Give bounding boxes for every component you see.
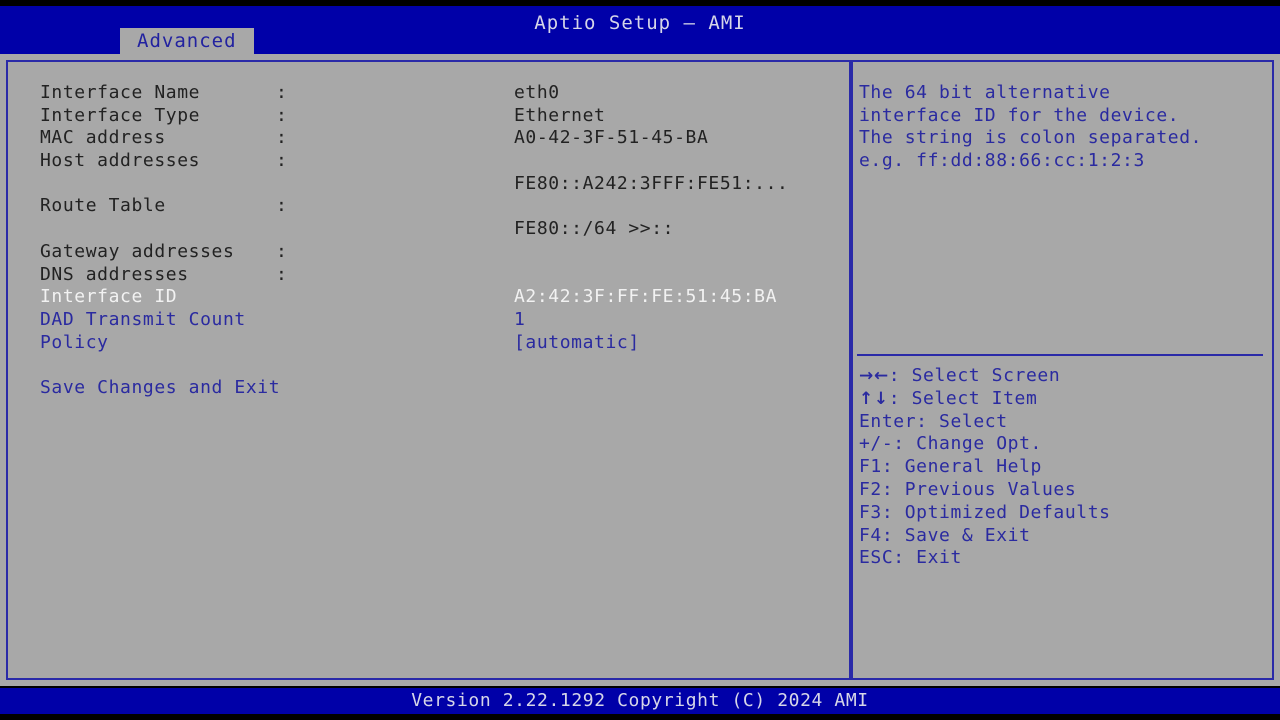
setting-row-continuation: FE80::/64 >>:: [8, 218, 849, 241]
setting-row-interface-id[interactable]: Interface ID A2:42:3F:FF:FE:51:45:BA [8, 286, 849, 309]
setting-value: Ethernet [514, 104, 606, 126]
setting-row-host-addresses: Host addresses: [8, 150, 849, 173]
tab-advanced[interactable]: Advanced [120, 28, 254, 54]
help-divider [857, 354, 1263, 356]
setting-value[interactable]: A2:42:3F:FF:FE:51:45:BA [514, 286, 777, 307]
legend-line: ↑↓: Select Item [859, 388, 1278, 411]
setting-colon: : [276, 150, 288, 172]
help-line: e.g. ff:dd:88:66:cc:1:2:3 [859, 150, 1145, 172]
setting-value[interactable]: [automatic] [514, 332, 640, 353]
setting-row-dns-addresses: DNS addresses: [8, 264, 849, 287]
setting-row-interface-type: Interface Type: Ethernet [8, 105, 849, 128]
menu-tab-bar: Advanced [0, 28, 1280, 54]
legend-text: F3: Optimized Defaults [859, 501, 1111, 523]
legend-text: +/-: Change Opt. [859, 433, 1042, 455]
legend-line: F2: Previous Values [859, 479, 1278, 502]
legend-text: F4: Save & Exit [859, 524, 1031, 546]
legend-text: : Select Item [888, 387, 1038, 409]
legend-line: F1: General Help [859, 456, 1278, 479]
action-label: Save Changes and Exit [40, 376, 281, 398]
setting-label: Interface ID [40, 286, 178, 308]
legend-text: Enter: Select [859, 410, 1008, 432]
setting-value: FE80::A242:3FFF:FE51:... [514, 172, 789, 194]
legend-line: Enter: Select [859, 411, 1278, 434]
setting-value: eth0 [514, 82, 560, 103]
setting-label: Host addresses [40, 150, 201, 172]
settings-list: Interface Name: eth0 Interface Type: Ethern… [8, 82, 849, 400]
legend-line: ESC: Exit [859, 547, 1278, 570]
setting-label: Gateway addresses [40, 240, 235, 262]
legend-text: ESC: Exit [859, 547, 962, 569]
setting-colon: : [276, 195, 288, 217]
setting-label: DAD Transmit Count [40, 308, 246, 330]
legend-text: : Select Screen [888, 365, 1061, 386]
help-panel: The 64 bit alternative interface ID for t… [851, 60, 1274, 680]
help-line: The 64 bit alternative [859, 82, 1111, 103]
version-text: Version 2.22.1292 Copyright (C) 2024 AMI [411, 690, 869, 711]
setting-colon: : [276, 263, 288, 285]
arrow-vertical-icon: ↑↓ [859, 388, 889, 409]
key-legend: →←: Select Screen ↑↓: Select Item Enter: S… [853, 365, 1272, 570]
setting-colon: : [276, 127, 288, 149]
setting-label: MAC address [40, 127, 166, 149]
setting-label: Route Table [40, 195, 166, 217]
setting-row-policy[interactable]: Policy [automatic] [8, 332, 849, 355]
setting-row-gateway-addresses: Gateway addresses: [8, 241, 849, 264]
setting-row-dad-transmit-count[interactable]: DAD Transmit Count 1 [8, 309, 849, 332]
legend-line: →←: Select Screen [859, 365, 1278, 388]
legend-line: +/-: Change Opt. [859, 433, 1278, 456]
help-text: The 64 bit alternative interface ID for t… [853, 82, 1272, 173]
legend-line: F3: Optimized Defaults [859, 502, 1278, 525]
setting-label: Interface Type [40, 104, 201, 126]
setting-row-interface-name: Interface Name: eth0 [8, 82, 849, 105]
arrow-horizontal-icon: →← [859, 366, 889, 386]
setting-value: A0-42-3F-51-45-BA [514, 127, 709, 149]
setting-colon: : [276, 82, 288, 103]
legend-line: F4: Save & Exit [859, 525, 1278, 548]
settings-panel: Interface Name: eth0 Interface Type: Ethern… [6, 60, 851, 680]
help-line: The string is colon separated. [859, 127, 1203, 149]
setting-value[interactable]: 1 [514, 309, 525, 330]
setting-label: Policy [40, 331, 109, 353]
setting-row-route-table: Route Table: [8, 195, 849, 218]
legend-text: F1: General Help [859, 456, 1042, 478]
setting-colon: : [276, 104, 288, 126]
setting-row-mac-address: MAC address: A0-42-3F-51-45-BA [8, 127, 849, 150]
setting-label: Interface Name [40, 82, 201, 103]
legend-text: F2: Previous Values [859, 478, 1077, 500]
footer-bar: Version 2.22.1292 Copyright (C) 2024 AMI [0, 688, 1280, 714]
help-line: interface ID for the device. [859, 104, 1180, 126]
setting-label: DNS addresses [40, 263, 189, 285]
setting-value: FE80::/64 >>:: [514, 218, 675, 240]
setting-row-continuation: FE80::A242:3FFF:FE51:... [8, 173, 849, 196]
content-area: Interface Name: eth0 Interface Type: Ethern… [0, 54, 1280, 686]
save-changes-and-exit-item[interactable]: Save Changes and Exit [8, 377, 849, 400]
setting-colon: : [276, 240, 288, 262]
bios-setup-screen: Aptio Setup – AMI Advanced Interface Nam… [0, 0, 1280, 720]
